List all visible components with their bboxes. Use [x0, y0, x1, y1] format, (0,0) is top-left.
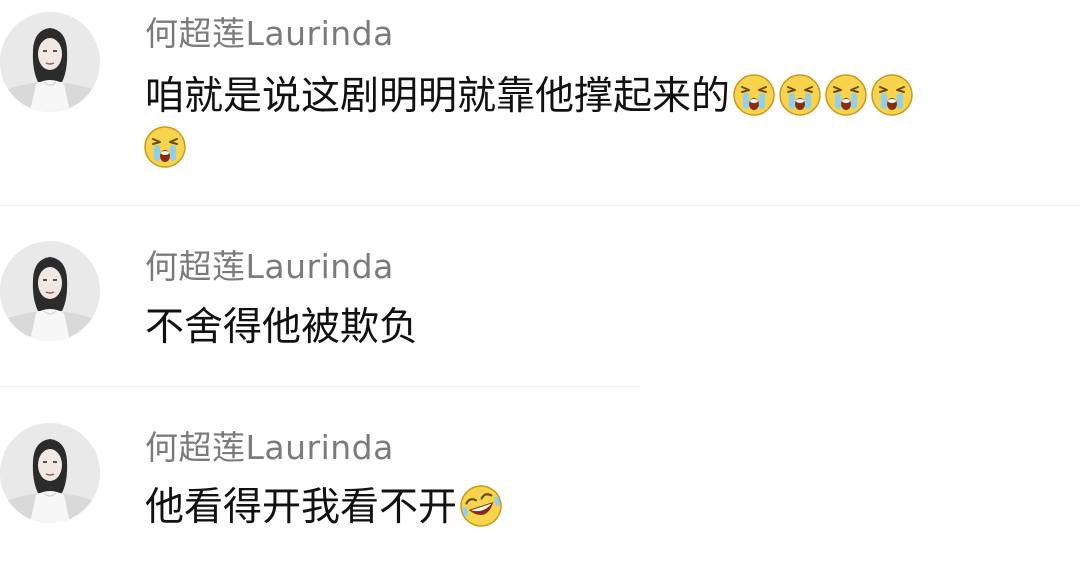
crying-emoji-icon	[732, 73, 776, 117]
comment-text-line: 他看得开我看不开	[145, 483, 503, 533]
comment-username[interactable]: 何超莲Laurinda	[145, 428, 394, 468]
comment-username[interactable]: 何超莲Laurinda	[145, 14, 394, 54]
user-avatar-image	[0, 12, 100, 112]
comment-username[interactable]: 何超莲Laurinda	[145, 247, 394, 287]
user-avatar-image	[0, 423, 100, 523]
comment-item-1: 何超莲Laurinda 咱就是说这剧明明就靠他撑起来的	[0, 0, 1080, 205]
avatar[interactable]	[0, 423, 100, 523]
laugh-cry-emoji-icon	[459, 484, 503, 528]
crying-emoji-icon	[778, 73, 822, 117]
crying-emoji-icon	[824, 73, 868, 117]
avatar[interactable]	[0, 241, 100, 341]
comment-text-line: 咱就是说这剧明明就靠他撑起来的	[145, 72, 914, 122]
comment-text: 咱就是说这剧明明就靠他撑起来的	[145, 74, 731, 119]
comment-text-line: 不舍得他被欺负	[145, 303, 418, 353]
avatar[interactable]	[0, 12, 100, 112]
comment-text: 不舍得他被欺负	[145, 305, 419, 350]
crying-emoji-icon	[870, 73, 914, 117]
comment-text: 他看得开我看不开	[145, 485, 458, 530]
comment-item-2: 何超莲Laurinda 不舍得他被欺负	[0, 205, 1080, 385]
comment-item-3: 何超莲Laurinda 他看得开我看不开	[0, 385, 1080, 572]
crying-emoji-icon	[143, 125, 187, 169]
user-avatar-image	[0, 241, 100, 341]
